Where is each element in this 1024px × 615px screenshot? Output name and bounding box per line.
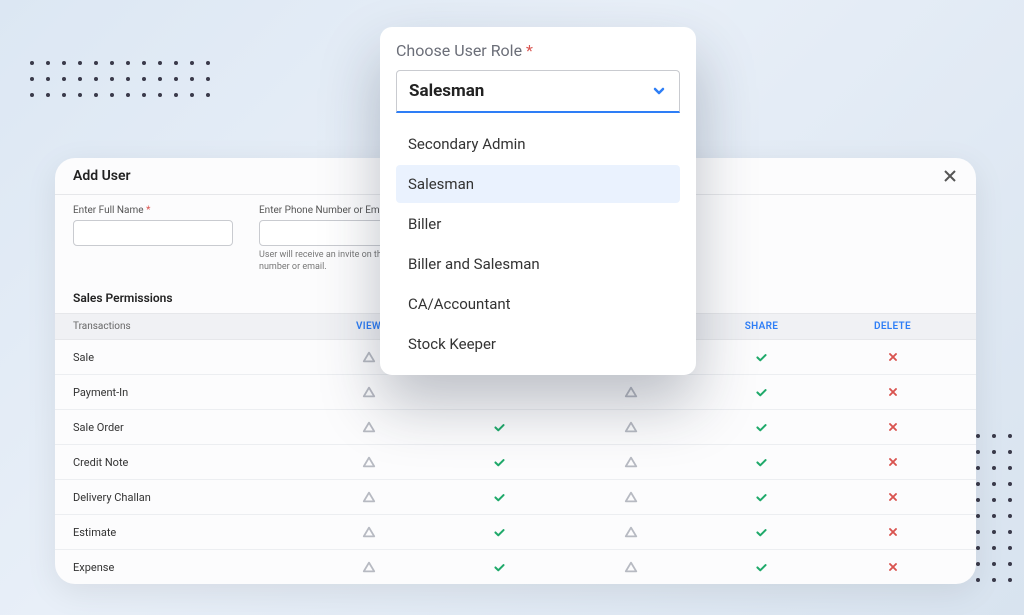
table-row: Credit Note	[55, 445, 976, 480]
row-name: Sale Order	[73, 421, 303, 434]
row-name: Expense	[73, 561, 303, 574]
row-name: Credit Note	[73, 456, 303, 469]
check-icon[interactable]	[755, 351, 768, 364]
table-row: Sale Order	[55, 410, 976, 445]
x-icon[interactable]	[887, 351, 899, 363]
triangle-icon[interactable]	[624, 560, 638, 574]
x-icon[interactable]	[887, 491, 899, 503]
check-icon[interactable]	[755, 491, 768, 504]
permissions-body: Sale Payment-In Sale Order Credit Note Deliv…	[55, 340, 976, 584]
table-row: Payment-In	[55, 375, 976, 410]
triangle-icon[interactable]	[362, 560, 376, 574]
role-option[interactable]: Secondary Admin	[396, 125, 680, 163]
table-row: Estimate	[55, 515, 976, 550]
x-icon[interactable]	[887, 561, 899, 573]
check-icon[interactable]	[493, 421, 506, 434]
triangle-icon[interactable]	[624, 455, 638, 469]
triangle-icon[interactable]	[362, 420, 376, 434]
full-name-field: Enter Full Name *	[73, 205, 233, 273]
check-icon[interactable]	[493, 561, 506, 574]
check-icon[interactable]	[493, 491, 506, 504]
row-name: Estimate	[73, 526, 303, 539]
table-row: Delivery Challan	[55, 480, 976, 515]
check-icon[interactable]	[755, 561, 768, 574]
triangle-icon[interactable]	[362, 490, 376, 504]
role-option[interactable]: Biller	[396, 205, 680, 243]
check-icon[interactable]	[755, 421, 768, 434]
x-icon[interactable]	[887, 421, 899, 433]
role-option[interactable]: Salesman	[396, 165, 680, 203]
check-icon[interactable]	[493, 526, 506, 539]
full-name-label: Enter Full Name *	[73, 205, 233, 216]
role-option[interactable]: Biller and Salesman	[396, 245, 680, 283]
x-icon[interactable]	[887, 526, 899, 538]
full-name-input[interactable]	[73, 220, 233, 246]
role-option[interactable]: CA/Accountant	[396, 285, 680, 323]
col-delete: DELETE	[827, 321, 958, 332]
x-icon[interactable]	[887, 456, 899, 468]
triangle-icon[interactable]	[624, 385, 638, 399]
triangle-icon[interactable]	[362, 385, 376, 399]
modal-title: Add User	[73, 168, 131, 184]
row-name: Sale	[73, 351, 303, 364]
x-icon[interactable]	[887, 386, 899, 398]
table-row: Expense	[55, 550, 976, 584]
chevron-down-icon	[651, 83, 667, 99]
row-name: Delivery Challan	[73, 491, 303, 504]
decorative-dots-top	[30, 61, 210, 97]
role-select[interactable]: Salesman	[396, 70, 680, 113]
row-name: Payment-In	[73, 386, 303, 399]
check-icon[interactable]	[755, 456, 768, 469]
decorative-dots-bottom	[976, 434, 1012, 582]
triangle-icon[interactable]	[624, 490, 638, 504]
triangle-icon[interactable]	[624, 525, 638, 539]
check-icon[interactable]	[755, 526, 768, 539]
triangle-icon[interactable]	[624, 420, 638, 434]
role-option[interactable]: Stock Keeper	[396, 325, 680, 363]
triangle-icon[interactable]	[362, 455, 376, 469]
close-icon[interactable]	[942, 168, 958, 184]
triangle-icon[interactable]	[362, 525, 376, 539]
role-dropdown: Choose User Role * Salesman Secondary Ad…	[380, 27, 696, 375]
col-transactions: Transactions	[73, 321, 303, 332]
check-icon[interactable]	[493, 456, 506, 469]
triangle-icon[interactable]	[362, 350, 376, 364]
role-label: Choose User Role *	[396, 41, 680, 60]
role-options-list: Secondary AdminSalesmanBillerBiller and …	[396, 125, 680, 363]
role-selected-value: Salesman	[409, 81, 484, 101]
check-icon[interactable]	[755, 386, 768, 399]
col-share: SHARE	[696, 321, 827, 332]
